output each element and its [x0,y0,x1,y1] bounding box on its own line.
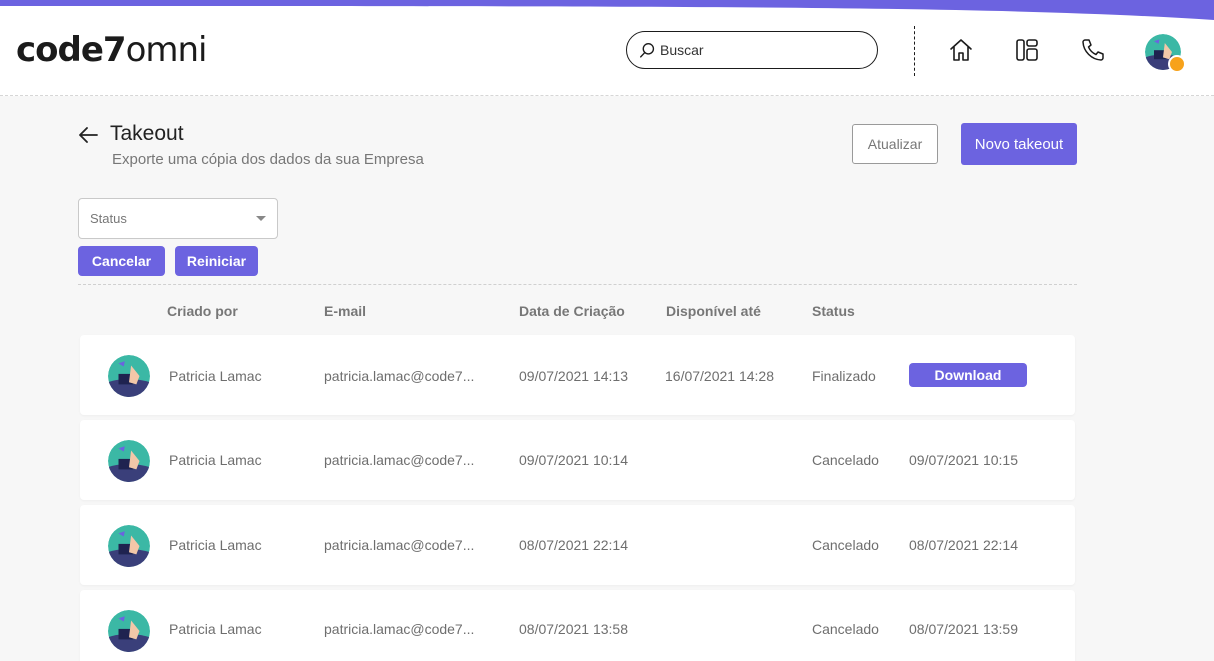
row-email: patricia.lamac@code7... [324,452,475,468]
back-arrow-icon[interactable] [77,124,99,146]
top-wave-decoration [0,0,1214,20]
table-row: Patricia Lamac patricia.lamac@code7... 0… [80,505,1075,585]
top-header: code7omni [0,0,1214,96]
row-status: Cancelado [812,452,879,468]
column-header-available-until: Disponível até [666,303,761,319]
filter-divider [78,284,1077,285]
table-row: Patricia Lamac patricia.lamac@code7... 0… [80,590,1075,661]
row-email: patricia.lamac@code7... [324,621,475,637]
row-status: Finalizado [812,368,876,384]
download-button[interactable]: Download [909,363,1027,387]
column-header-status: Status [812,303,855,319]
row-email: patricia.lamac@code7... [324,537,475,553]
table-row: Patricia Lamac patricia.lamac@code7... 0… [80,420,1075,500]
header-divider [914,26,915,76]
row-created-date: 09/07/2021 14:13 [519,368,628,384]
search-icon [640,42,655,58]
logo-light-text: omni [125,30,208,70]
row-avatar [108,525,150,567]
logo-bold-text: code7 [16,30,127,70]
column-header-created-by: Criado por [167,303,238,319]
app-logo[interactable]: code7omni [16,30,207,70]
row-name: Patricia Lamac [169,537,262,553]
row-created-date: 08/07/2021 13:58 [519,621,628,637]
online-status-dot [1168,55,1186,73]
refresh-button[interactable]: Atualizar [852,124,938,164]
page-title: Takeout [110,122,184,145]
search-box[interactable] [626,31,878,69]
new-takeout-button[interactable]: Novo takeout [961,123,1077,165]
row-name: Patricia Lamac [169,452,262,468]
row-status: Cancelado [812,621,879,637]
phone-icon[interactable] [1079,36,1107,64]
status-filter-select[interactable]: Status [78,198,278,239]
row-finished-date: 09/07/2021 10:15 [909,452,1018,468]
column-header-email: E-mail [324,303,367,319]
row-name: Patricia Lamac [169,621,262,637]
row-status: Cancelado [812,537,879,553]
status-filter-placeholder: Status [90,211,127,226]
table-row: Patricia Lamac patricia.lamac@code7... 0… [80,335,1075,415]
row-finished-date: 08/07/2021 13:59 [909,621,1018,637]
layout-icon[interactable] [1013,36,1041,64]
row-created-date: 09/07/2021 10:14 [519,452,628,468]
row-avatar [108,440,150,482]
page-subtitle: Exporte uma cópia dos dados da sua Empre… [112,151,424,168]
row-email: patricia.lamac@code7... [324,368,475,384]
chevron-down-icon [256,216,266,221]
row-finished-date: 08/07/2021 22:14 [909,537,1018,553]
row-available-until: 16/07/2021 14:28 [665,368,774,384]
row-avatar [108,355,150,397]
column-header-created-date: Data de Criação [519,303,625,319]
home-icon[interactable] [947,36,975,64]
cancel-button[interactable]: Cancelar [78,246,165,276]
row-name: Patricia Lamac [169,368,262,384]
row-created-date: 08/07/2021 22:14 [519,537,628,553]
search-input[interactable] [660,42,860,58]
restart-button[interactable]: Reiniciar [175,246,258,276]
row-avatar [108,610,150,652]
